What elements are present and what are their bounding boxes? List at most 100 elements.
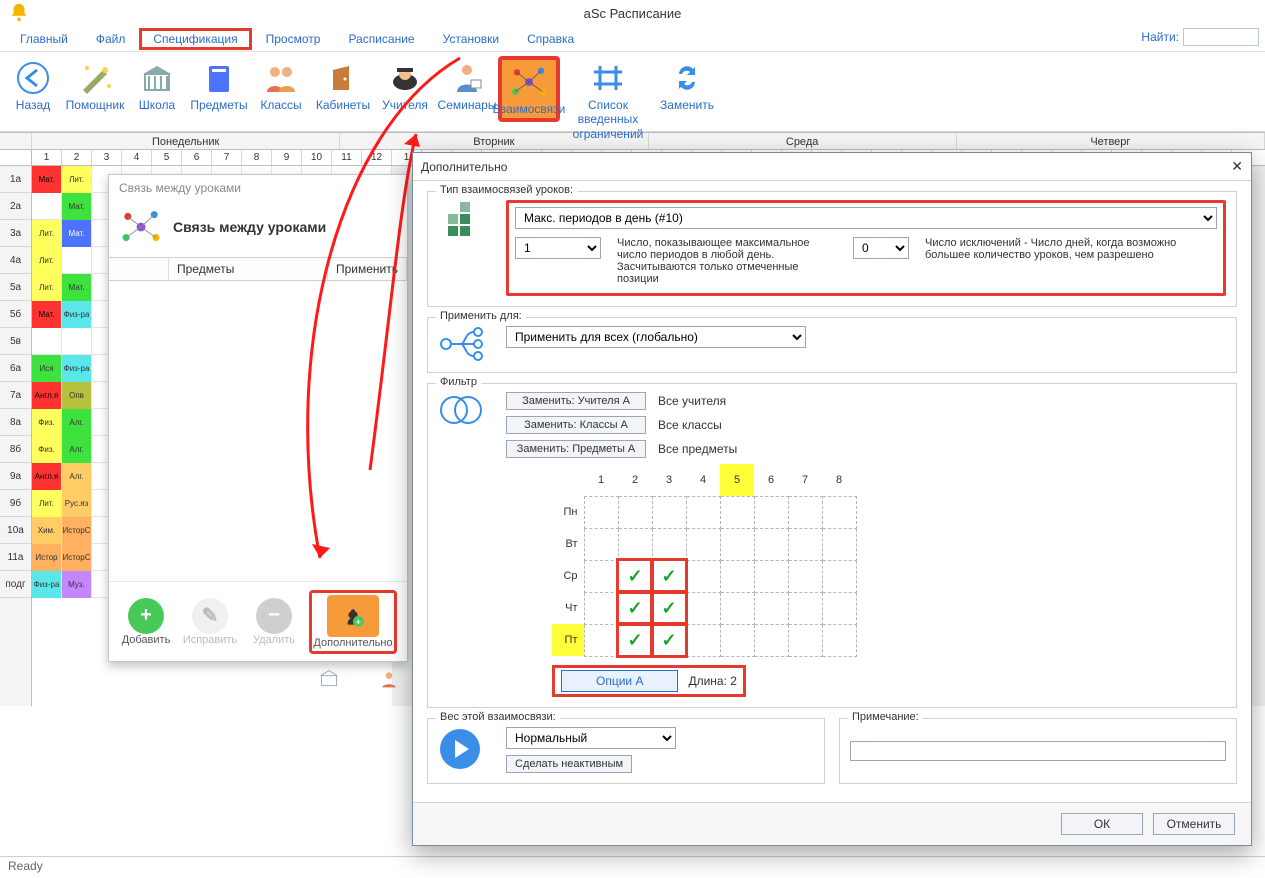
replace-classes-button[interactable]: Заменить: Классы А <box>506 416 646 434</box>
lesson-cell[interactable]: Англ.я <box>32 382 62 409</box>
day-period-cell[interactable] <box>584 560 618 592</box>
ribbon-teachers[interactable]: Учителя <box>374 56 436 114</box>
day-period-cell[interactable] <box>754 560 788 592</box>
day-period-cell[interactable] <box>584 592 618 624</box>
lesson-cell[interactable]: Физ-ра <box>62 301 92 328</box>
lesson-cell[interactable]: Алг. <box>62 436 92 463</box>
day-period-cell[interactable] <box>686 592 720 624</box>
ribbon-constraints[interactable]: Список введенных ограничений <box>560 56 656 143</box>
day-period-cell[interactable] <box>652 496 686 528</box>
row-label[interactable]: 6а <box>0 355 31 382</box>
day-period-cell[interactable] <box>686 528 720 560</box>
lesson-cell[interactable]: Лит. <box>32 220 62 247</box>
row-label[interactable]: 11а <box>0 544 31 571</box>
row-label[interactable]: 9б <box>0 490 31 517</box>
day-period-cell[interactable] <box>822 496 856 528</box>
lesson-cell[interactable]: Опв <box>62 382 92 409</box>
weight-select[interactable]: Нормальный <box>506 727 676 749</box>
menu-tab-Спецификация[interactable]: Спецификация <box>139 28 251 50</box>
relations-col-apply[interactable]: Применить <box>328 258 407 280</box>
note-input[interactable] <box>850 741 1226 761</box>
day-period-cell[interactable]: ✓ <box>652 624 686 656</box>
ribbon-rooms[interactable]: Кабинеты <box>312 56 374 114</box>
relations-col-subjects[interactable]: Предметы <box>169 258 328 280</box>
day-period-cell[interactable] <box>720 560 754 592</box>
menu-tab-Просмотр[interactable]: Просмотр <box>252 28 335 50</box>
lesson-cell[interactable]: Англ.я <box>32 463 62 490</box>
day-period-cell[interactable] <box>788 528 822 560</box>
day-period-cell[interactable] <box>822 528 856 560</box>
row-label[interactable]: 10а <box>0 517 31 544</box>
lesson-cell[interactable]: Мат. <box>32 166 62 193</box>
day-period-cell[interactable] <box>720 592 754 624</box>
row-label[interactable]: 5в <box>0 328 31 355</box>
lesson-cell[interactable]: Рус.яз <box>62 490 92 517</box>
ribbon-school[interactable]: Школа <box>126 56 188 114</box>
menu-tab-Главный[interactable]: Главный <box>6 28 82 50</box>
row-label[interactable]: 1а <box>0 166 31 193</box>
lesson-cell[interactable]: ИсторС <box>62 517 92 544</box>
day-period-cell[interactable] <box>788 560 822 592</box>
ribbon-seminars[interactable]: Семинары <box>436 56 498 114</box>
lesson-cell[interactable]: Лит. <box>62 166 92 193</box>
lesson-cell[interactable]: Лит. <box>32 247 62 274</box>
day-period-cell[interactable] <box>652 528 686 560</box>
menu-tab-Файл[interactable]: Файл <box>82 28 140 50</box>
row-label[interactable]: 8а <box>0 409 31 436</box>
row-label[interactable]: 2а <box>0 193 31 220</box>
lesson-cell[interactable] <box>62 328 92 355</box>
search-input[interactable] <box>1183 28 1259 46</box>
day-period-cell[interactable] <box>686 496 720 528</box>
lesson-cell[interactable]: Истор <box>32 544 62 571</box>
row-label[interactable]: 9а <box>0 463 31 490</box>
day-period-cell[interactable] <box>788 496 822 528</box>
lesson-cell[interactable]: Физ-ра <box>32 571 62 598</box>
day-period-cell[interactable]: ✓ <box>618 592 652 624</box>
lesson-cell[interactable]: Физ. <box>32 436 62 463</box>
add-button[interactable]: +Добавить <box>117 598 175 646</box>
ribbon-replace[interactable]: Заменить <box>656 56 718 114</box>
day-period-cell[interactable] <box>822 592 856 624</box>
lesson-cell[interactable] <box>32 193 62 220</box>
day-period-cell[interactable] <box>720 496 754 528</box>
row-label[interactable]: подг <box>0 571 31 598</box>
lesson-cell[interactable]: Мат. <box>32 301 62 328</box>
menu-tab-Расписание[interactable]: Расписание <box>334 28 428 50</box>
lesson-cell[interactable] <box>32 328 62 355</box>
day-period-cell[interactable] <box>618 528 652 560</box>
day-period-cell[interactable] <box>720 528 754 560</box>
day-period-cell[interactable]: ✓ <box>652 592 686 624</box>
day-period-grid[interactable]: 12345678ПнВтСр✓✓Чт✓✓Пт✓✓ <box>552 464 857 657</box>
row-label[interactable]: 5а <box>0 274 31 301</box>
day-period-cell[interactable] <box>788 624 822 656</box>
lesson-cell[interactable]: Мат. <box>62 193 92 220</box>
menu-tab-Установки[interactable]: Установки <box>429 28 513 50</box>
options-a-button[interactable]: Опции А <box>561 670 678 692</box>
lesson-cell[interactable]: Алг. <box>62 409 92 436</box>
day-period-cell[interactable] <box>584 624 618 656</box>
lesson-cell[interactable]: Алг. <box>62 463 92 490</box>
day-period-cell[interactable]: ✓ <box>652 560 686 592</box>
ribbon-subjects[interactable]: Предметы <box>188 56 250 114</box>
day-period-cell[interactable] <box>584 496 618 528</box>
ribbon-back[interactable]: Назад <box>2 56 64 114</box>
ribbon-helper[interactable]: Помощник <box>64 56 126 114</box>
relation-type-select[interactable]: Макс. периодов в день (#10) <box>515 207 1217 229</box>
play-icon[interactable] <box>438 727 494 771</box>
row-label[interactable]: 8б <box>0 436 31 463</box>
num2-select[interactable]: 0 <box>853 237 909 259</box>
day-period-cell[interactable] <box>686 624 720 656</box>
day-period-cell[interactable]: ✓ <box>618 624 652 656</box>
row-label[interactable]: 4а <box>0 247 31 274</box>
lesson-cell[interactable]: ИсторС <box>62 544 92 571</box>
lesson-cell[interactable]: Муз. <box>62 571 92 598</box>
ribbon-relations[interactable]: Взаимосвязи <box>498 56 560 122</box>
lesson-cell[interactable] <box>62 247 92 274</box>
advanced-button[interactable]: + Дополнительно <box>309 590 397 654</box>
lesson-cell[interactable]: Мат. <box>62 274 92 301</box>
day-period-cell[interactable] <box>754 528 788 560</box>
replace-subjects-button[interactable]: Заменить: Предметы А <box>506 440 646 458</box>
relations-list[interactable] <box>109 281 407 581</box>
day-period-cell[interactable] <box>822 560 856 592</box>
replace-teachers-button[interactable]: Заменить: Учителя А <box>506 392 646 410</box>
